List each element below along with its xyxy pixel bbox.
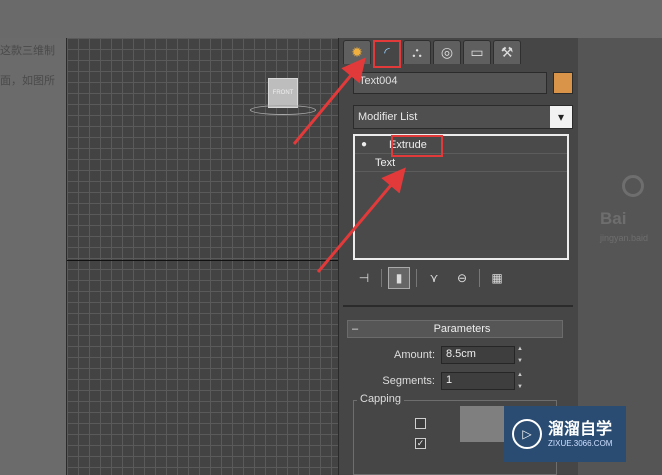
create-tab-icon[interactable]: ✹ — [343, 40, 371, 64]
lightbulb-icon[interactable]: ● — [361, 139, 375, 150]
toolbar-separator — [381, 269, 382, 287]
object-color-swatch[interactable] — [553, 72, 573, 94]
play-logo-icon: ▷ — [512, 419, 542, 449]
remove-modifier-icon[interactable]: ⊖ — [451, 267, 473, 289]
segments-label: Segments: — [382, 375, 435, 387]
watermark-url: ZIXUE.3066.COM — [548, 438, 613, 448]
hierarchy-tab-icon[interactable]: ⛬ — [403, 40, 431, 64]
show-end-result-icon[interactable]: ▮ — [388, 267, 410, 289]
chevron-down-icon[interactable]: ▾ — [550, 106, 572, 128]
command-panel-tabs: ✹ ◜ ⛬ ◎ ▭ ⚒ — [343, 40, 521, 64]
segments-spinner[interactable]: ▲ ▼ — [517, 372, 527, 390]
modifier-list-dropdown[interactable]: Modifier List ▾ — [353, 105, 573, 129]
pin-stack-icon[interactable]: ⊣ — [353, 267, 375, 289]
amount-row: Amount: 8.5cm ▲ ▼ — [347, 345, 567, 365]
display-tab-icon[interactable]: ▭ — [463, 40, 491, 64]
modifier-stack[interactable]: ● Extrude Text — [353, 134, 569, 260]
baidu-brand: Bai — [600, 209, 627, 228]
parameters-rollout-header[interactable]: – Parameters — [347, 320, 563, 338]
zixue-watermark: ▷ 溜溜自学 ZIXUE.3066.COM — [504, 406, 626, 462]
segments-input[interactable]: 1 — [441, 372, 515, 390]
cap-start-checkbox[interactable] — [415, 418, 426, 429]
baidu-watermark: Bai jingyan.baid — [600, 175, 662, 245]
stack-item-extrude[interactable]: ● Extrude — [355, 136, 567, 154]
viewport-axis-line — [67, 260, 338, 261]
amount-spinner[interactable]: ▲ ▼ — [517, 346, 527, 364]
viewcube[interactable]: FRONT — [268, 78, 298, 108]
toolbar-separator — [416, 269, 417, 287]
rollout-title: Parameters — [433, 323, 491, 335]
article-text-line2: 面，如图所 — [0, 75, 55, 87]
collapse-icon[interactable]: – — [348, 323, 362, 335]
watermark-text: 溜溜自学 ZIXUE.3066.COM — [548, 421, 612, 448]
baidu-brand-sub: jingyan.baid — [600, 233, 649, 243]
viewcube-ring[interactable] — [250, 105, 316, 115]
make-unique-icon[interactable]: ⋎ — [423, 267, 445, 289]
stack-item-text[interactable]: Text — [355, 154, 567, 172]
stack-item-label: Text — [375, 156, 396, 169]
watermark-title: 溜溜自学 — [548, 420, 613, 438]
capping-label: Capping — [357, 393, 404, 405]
modifier-list-label: Modifier List — [358, 111, 418, 123]
toolbar-separator — [479, 269, 480, 287]
panel-divider — [343, 305, 573, 307]
amount-input[interactable]: 8.5cm — [441, 346, 515, 364]
article-text-line1: 这款三维制 — [0, 45, 55, 57]
utilities-tab-icon[interactable]: ⚒ — [493, 40, 521, 64]
configure-modifier-sets-icon[interactable]: ▦ — [486, 267, 508, 289]
object-name-field[interactable]: Text004 — [353, 72, 547, 94]
cap-end-checkbox[interactable]: ✓ — [415, 438, 426, 449]
viewport-front[interactable]: FRONT — [66, 38, 338, 475]
baidu-paw-icon — [622, 175, 644, 197]
amount-label: Amount: — [394, 349, 435, 361]
article-background-top — [0, 0, 662, 38]
segments-row: Segments: 1 ▲ ▼ — [347, 371, 567, 391]
stack-toolbar: ⊣ ▮ ⋎ ⊖ ▦ — [353, 266, 508, 290]
extrude-highlight — [391, 135, 443, 157]
article-background-left: 这款三维制 面，如图所 — [0, 38, 66, 475]
modify-tab-highlight — [373, 40, 401, 68]
motion-tab-icon[interactable]: ◎ — [433, 40, 461, 64]
